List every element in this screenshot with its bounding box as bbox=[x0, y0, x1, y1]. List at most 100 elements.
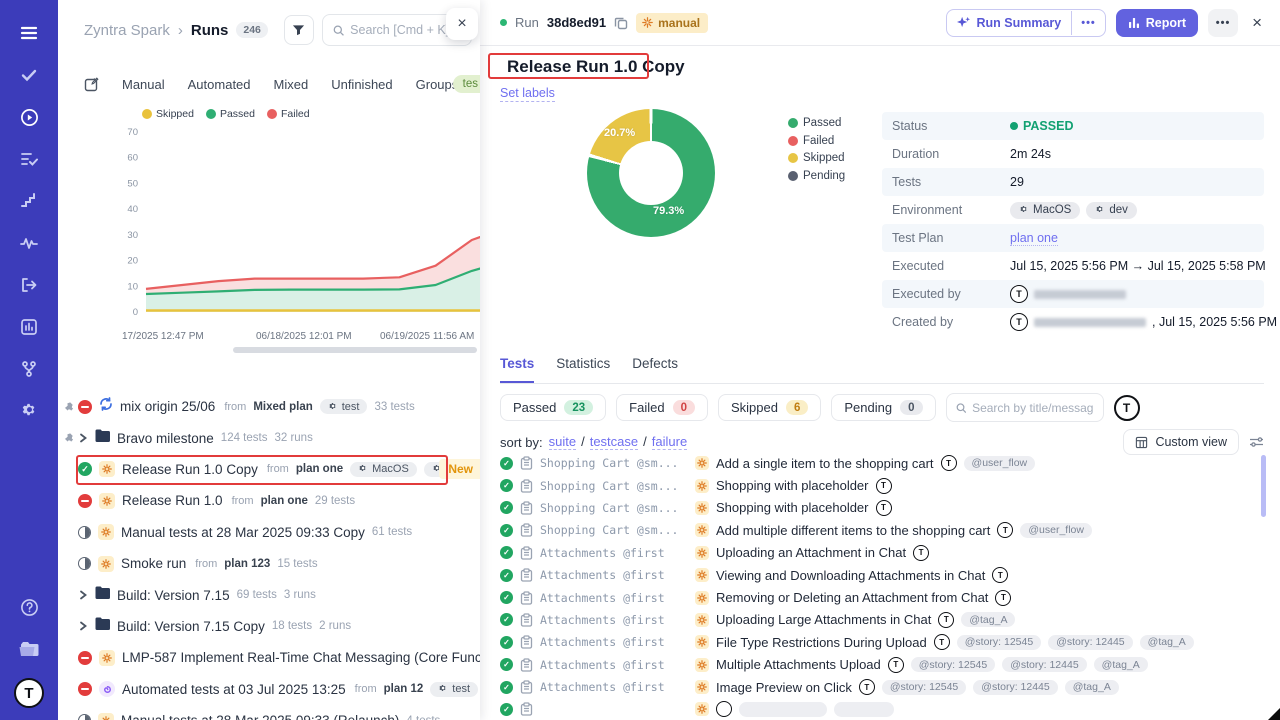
filter-count-badge: 23 bbox=[564, 400, 593, 415]
run-summary-button[interactable]: Run Summary ••• bbox=[946, 9, 1105, 37]
report-button[interactable]: Report bbox=[1116, 9, 1198, 37]
more-actions-button[interactable]: ••• bbox=[1208, 9, 1238, 37]
trend-chart-x-axis: 17/2025 12:47 PM06/18/2025 12:01 PM06/19… bbox=[116, 331, 480, 345]
run-list-item[interactable]: Build: Version 7.15 Copy18 tests2 runs bbox=[58, 611, 480, 642]
reports-icon[interactable] bbox=[10, 308, 48, 346]
test-row[interactable]: ✓Shopping Cart @sm...Shopping with place… bbox=[500, 474, 1266, 496]
trend-chart-legend: SkippedPassedFailed bbox=[142, 108, 310, 120]
run-list-item[interactable]: Manual tests at 28 Mar 2025 09:33 (Relau… bbox=[58, 705, 480, 720]
runs-tab-automated[interactable]: Automated bbox=[188, 77, 251, 92]
requirements-icon[interactable] bbox=[10, 266, 48, 304]
run-plan-link[interactable]: plan 12 bbox=[384, 683, 424, 695]
tasks-icon[interactable] bbox=[10, 56, 48, 94]
runs-tab-mixed[interactable]: Mixed bbox=[274, 77, 309, 92]
set-labels-link[interactable]: Set labels bbox=[500, 86, 555, 102]
breadcrumb-separator: › bbox=[178, 22, 183, 39]
filter-pending-button[interactable]: Pending0 bbox=[831, 394, 935, 421]
run-plan-link[interactable]: Mixed plan bbox=[253, 401, 312, 413]
status-passed-icon: ✓ bbox=[500, 479, 513, 492]
sort-by-failure[interactable]: failure bbox=[652, 434, 687, 450]
runs-tab-groups[interactable]: Groups bbox=[416, 77, 459, 92]
runs-icon[interactable] bbox=[10, 98, 48, 136]
run-list-item[interactable]: ✓Release Run 1.0 Copyfromplan oneMacOSde… bbox=[58, 454, 480, 485]
test-row[interactable]: ✓Shopping Cart @sm...Add multiple differ… bbox=[500, 519, 1266, 541]
projects-icon[interactable] bbox=[10, 630, 48, 668]
bulk-select-icon[interactable] bbox=[84, 77, 99, 92]
run-plan-link[interactable]: plan one bbox=[296, 463, 343, 475]
run-list-item[interactable]: LMP-587 Implement Real-Time Chat Messagi… bbox=[58, 642, 480, 673]
test-row[interactable]: ✓Attachments @firstImage Preview on Clic… bbox=[500, 676, 1266, 698]
test-case-icon bbox=[520, 523, 533, 537]
run-list-item[interactable]: Release Run 1.0fromplan one29 tests bbox=[58, 485, 480, 516]
svg-text:40: 40 bbox=[127, 204, 138, 215]
test-search-input[interactable] bbox=[972, 401, 1093, 415]
test-suite: Attachments @first bbox=[540, 680, 688, 694]
run-list-item[interactable]: Automated tests at 03 Jul 2025 13:25from… bbox=[58, 674, 480, 705]
tab-statistics[interactable]: Statistics bbox=[556, 356, 610, 383]
legend-dot bbox=[267, 109, 277, 119]
runs-tab-unfinished[interactable]: Unfinished bbox=[331, 77, 392, 92]
test-suite: Shopping Cart @sm... bbox=[540, 456, 688, 470]
filter-button[interactable] bbox=[284, 15, 314, 45]
run-plan-link[interactable]: plan 123 bbox=[224, 558, 270, 570]
vertical-scrollbar[interactable] bbox=[1261, 455, 1266, 517]
integrations-icon[interactable] bbox=[10, 350, 48, 388]
test-row[interactable]: ✓Attachments @firstUploading Large Attac… bbox=[500, 609, 1266, 631]
menu-icon[interactable] bbox=[10, 14, 48, 52]
run-from-label: from bbox=[232, 495, 254, 507]
copy-icon[interactable] bbox=[614, 16, 628, 30]
breadcrumb-project[interactable]: Zyntra Spark bbox=[84, 22, 170, 39]
test-row[interactable]: ✓Shopping Cart @sm...Add a single item t… bbox=[500, 452, 1266, 474]
test-row[interactable]: ✓Attachments @firstFile Type Restriction… bbox=[500, 631, 1266, 653]
view-settings-icon[interactable] bbox=[1249, 435, 1264, 449]
automated-run-icon bbox=[99, 681, 115, 697]
panel-close-button[interactable]: × bbox=[446, 8, 478, 40]
run-list-item[interactable]: mix origin 25/06fromMixed plantest33 tes… bbox=[58, 391, 480, 422]
tab-tests[interactable]: Tests bbox=[500, 356, 534, 383]
sort-by-suite[interactable]: suite bbox=[549, 434, 576, 450]
run-list-item[interactable]: Bravo milestone124 tests32 runs bbox=[58, 422, 480, 453]
filter-skipped-button[interactable]: Skipped6 bbox=[718, 394, 821, 421]
tab-overflow-badge[interactable]: tes bbox=[453, 75, 480, 93]
user-avatar[interactable]: T bbox=[14, 678, 44, 708]
test-search[interactable] bbox=[946, 393, 1104, 422]
test-row[interactable]: ✓Attachments @firstUploading an Attachme… bbox=[500, 542, 1266, 564]
test-tag: @tag_A bbox=[961, 612, 1015, 627]
test-plan-link[interactable]: plan one bbox=[1010, 231, 1058, 246]
expand-chevron-icon[interactable] bbox=[78, 433, 88, 443]
detail-row: EnvironmentMacOSdev bbox=[882, 196, 1264, 224]
svg-text:0: 0 bbox=[133, 307, 138, 318]
milestones-icon[interactable] bbox=[10, 182, 48, 220]
test-row[interactable]: ✓Attachments @firstMultiple Attachments … bbox=[500, 654, 1266, 676]
runs-tab-manual[interactable]: Manual bbox=[122, 77, 165, 92]
activity-icon[interactable] bbox=[10, 224, 48, 262]
legend-label: Passed bbox=[803, 117, 841, 129]
expand-chevron-icon[interactable] bbox=[78, 590, 88, 600]
legend-label: Failed bbox=[803, 135, 834, 147]
tab-defects[interactable]: Defects bbox=[632, 356, 678, 383]
detail-label: Duration bbox=[892, 147, 1010, 161]
run-summary-more-button[interactable]: ••• bbox=[1071, 11, 1105, 35]
run-list-item[interactable]: Smoke runfromplan 12315 tests bbox=[58, 548, 480, 579]
sort-by-testcase[interactable]: testcase bbox=[590, 434, 638, 450]
filter-failed-button[interactable]: Failed0 bbox=[616, 394, 708, 421]
detail-close-button[interactable]: × bbox=[1248, 13, 1266, 33]
run-list-item[interactable]: Manual tests at 28 Mar 2025 09:33 Copy61… bbox=[58, 517, 480, 548]
run-plan-link[interactable]: plan one bbox=[261, 495, 308, 507]
run-list-item[interactable]: Build: Version 7.1569 tests3 runs bbox=[58, 579, 480, 610]
help-icon[interactable] bbox=[10, 588, 48, 626]
run-detail-panel: Run 38d8ed91 manual Run Summary ••• bbox=[480, 0, 1280, 720]
test-row[interactable]: ✓Attachments @firstRemoving or Deleting … bbox=[500, 586, 1266, 608]
assignee-avatar[interactable]: T bbox=[1114, 395, 1140, 421]
runs-search-input[interactable] bbox=[350, 23, 461, 37]
filter-passed-button[interactable]: Passed23 bbox=[500, 394, 606, 421]
folder-icon bbox=[95, 429, 110, 447]
test-row[interactable]: ✓Shopping Cart @sm...Shopping with place… bbox=[500, 497, 1266, 519]
test-row[interactable]: ✓Attachments @firstViewing and Downloadi… bbox=[500, 564, 1266, 586]
user-avatar: T bbox=[1010, 313, 1028, 331]
test-cases-icon[interactable] bbox=[10, 140, 48, 178]
horizontal-scrollbar[interactable] bbox=[233, 347, 477, 353]
test-row[interactable]: ✓ bbox=[500, 698, 1266, 720]
settings-icon[interactable] bbox=[10, 392, 48, 430]
expand-chevron-icon[interactable] bbox=[78, 621, 88, 631]
